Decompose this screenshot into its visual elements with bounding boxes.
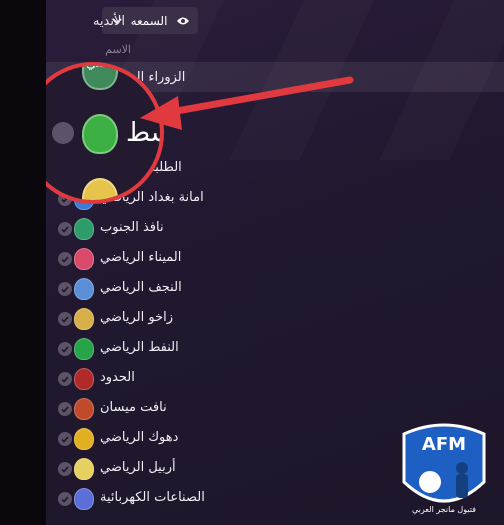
check-icon[interactable]: [58, 402, 72, 416]
club-name: الميناء الرياضي: [100, 250, 182, 265]
club-name: الصناعات الكهربائية: [100, 490, 205, 505]
check-icon[interactable]: [58, 282, 72, 296]
filter-label: السمعه: [130, 13, 168, 28]
list-item[interactable]: الحدود: [46, 364, 504, 394]
club-badge-icon: [74, 338, 94, 360]
check-icon[interactable]: [58, 492, 72, 506]
watermark-title: AFM: [422, 434, 466, 455]
club-badge-icon: [74, 368, 94, 390]
club-badge-icon: [74, 218, 94, 240]
check-icon[interactable]: [58, 222, 72, 236]
club-badge-icon: [74, 488, 94, 510]
check-icon[interactable]: [58, 432, 72, 446]
afm-watermark-logo: AFM فتبول مانجر العربي: [402, 423, 486, 514]
club-badge-icon: [74, 308, 94, 330]
club-name: الحدود: [100, 370, 135, 385]
club-name: دهوك الرياضي: [100, 430, 179, 445]
club-badge-icon: [74, 428, 94, 450]
club-name: نافذ الجنوب: [100, 220, 164, 235]
check-icon[interactable]: [58, 342, 72, 356]
list-item[interactable]: زاخو الرياضي: [46, 304, 504, 334]
club-name: النفط الرياضي: [100, 340, 179, 355]
check-icon[interactable]: [58, 252, 72, 266]
list-item[interactable]: الميناء الرياضي: [46, 244, 504, 274]
eye-icon: [176, 16, 190, 26]
club-name: النجف الرياضي: [100, 280, 182, 295]
column-header-name: الاسم: [105, 43, 131, 56]
club-name: أربيل الرياضي: [100, 460, 176, 475]
club-badge-icon: [74, 458, 94, 480]
left-dark-strip: [0, 0, 46, 525]
check-icon[interactable]: [58, 312, 72, 326]
check-icon: [52, 122, 74, 144]
club-badge-icon: [74, 398, 94, 420]
pointer-arrow-icon: [140, 76, 354, 130]
list-item[interactable]: النفط الرياضي: [46, 334, 504, 364]
club-name: زاخو الرياضي: [100, 310, 173, 325]
club-badge-icon: [74, 278, 94, 300]
club-badge-icon: [82, 178, 118, 200]
zoom-row: الطلبة الرياضي: [46, 174, 160, 200]
club-badge-icon: [74, 248, 94, 270]
list-item[interactable]: النجف الرياضي: [46, 274, 504, 304]
check-icon[interactable]: [58, 372, 72, 386]
club-name: نافت ميسان: [100, 400, 167, 415]
page-title: الأنديه: [92, 14, 125, 29]
list-item[interactable]: نافذ الجنوب: [46, 214, 504, 244]
check-icon[interactable]: [58, 462, 72, 476]
watermark-subtitle: فتبول مانجر العربي: [412, 505, 476, 514]
club-badge-icon: [82, 114, 118, 154]
panel-header: السمعه الأنديه: [46, 6, 504, 36]
